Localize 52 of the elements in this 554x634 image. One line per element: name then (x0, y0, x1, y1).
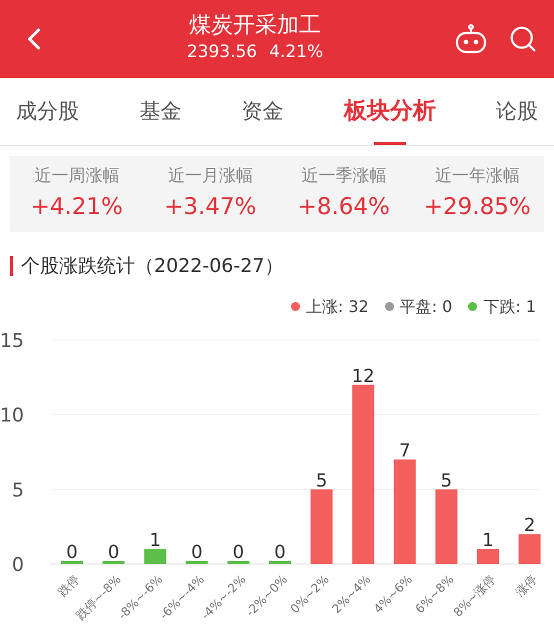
tab[interactable]: 资金 (238, 78, 288, 145)
period-label: 近一季涨幅 (301, 165, 386, 188)
zero-marker (61, 561, 83, 564)
value-label: 0 (191, 542, 203, 563)
axis-label: 0 (12, 554, 24, 576)
period-change: +29.85% (424, 192, 531, 222)
period-change: +4.21% (30, 192, 123, 222)
axis-label: 5 (12, 479, 24, 502)
zero-marker (269, 561, 291, 564)
tab[interactable]: 成分股 (12, 78, 83, 145)
robot-icon (454, 24, 488, 54)
legend-label: 平盘: 0 (400, 296, 452, 318)
search-icon (508, 24, 538, 54)
category-label: 跌停 (55, 572, 82, 600)
value-label: 1 (482, 530, 494, 552)
period-label: 近一年涨幅 (434, 165, 520, 188)
zero-marker (102, 561, 125, 564)
index-price: 2393.56 (186, 41, 258, 64)
legend-label: 下跌: 1 (483, 296, 536, 318)
search-button[interactable] (508, 24, 538, 54)
value-label: 0 (274, 542, 286, 563)
section-marker (10, 256, 13, 276)
bar (477, 549, 499, 564)
section-title: 个股涨跌统计（2022-06-27） (21, 254, 284, 279)
bar (518, 534, 541, 564)
value-label: 7 (399, 440, 411, 462)
value-label: 5 (316, 470, 328, 492)
category-label: 涨停 (512, 572, 540, 600)
value-label: 2 (524, 515, 536, 536)
robot-button[interactable] (454, 24, 488, 54)
value-label: 1 (149, 530, 161, 552)
tab[interactable]: 板块分析 (340, 78, 440, 145)
value-label: 0 (66, 542, 78, 563)
tab[interactable]: 论股 (492, 78, 542, 145)
period-change: +8.64% (298, 192, 390, 222)
sector-title: 煤炭开采加工 (189, 12, 321, 40)
index-change: 4.21% (269, 41, 324, 64)
zero-marker (227, 561, 250, 564)
legend-label: 上涨: 32 (306, 296, 369, 318)
axis-label: 10 (0, 404, 24, 427)
period-change: +3.47% (164, 192, 256, 222)
value-label: 0 (108, 542, 120, 563)
value-label: 0 (232, 542, 244, 563)
period-label: 近一月涨幅 (168, 165, 253, 188)
value-label: 5 (440, 470, 452, 492)
zero-marker (186, 561, 208, 564)
value-label: 12 (352, 366, 375, 387)
bar (144, 549, 166, 564)
period-label: 近一周涨幅 (34, 165, 120, 188)
axis-label: 15 (0, 330, 24, 352)
tab-indicator (374, 142, 406, 145)
tab[interactable]: 基金 (135, 78, 186, 145)
